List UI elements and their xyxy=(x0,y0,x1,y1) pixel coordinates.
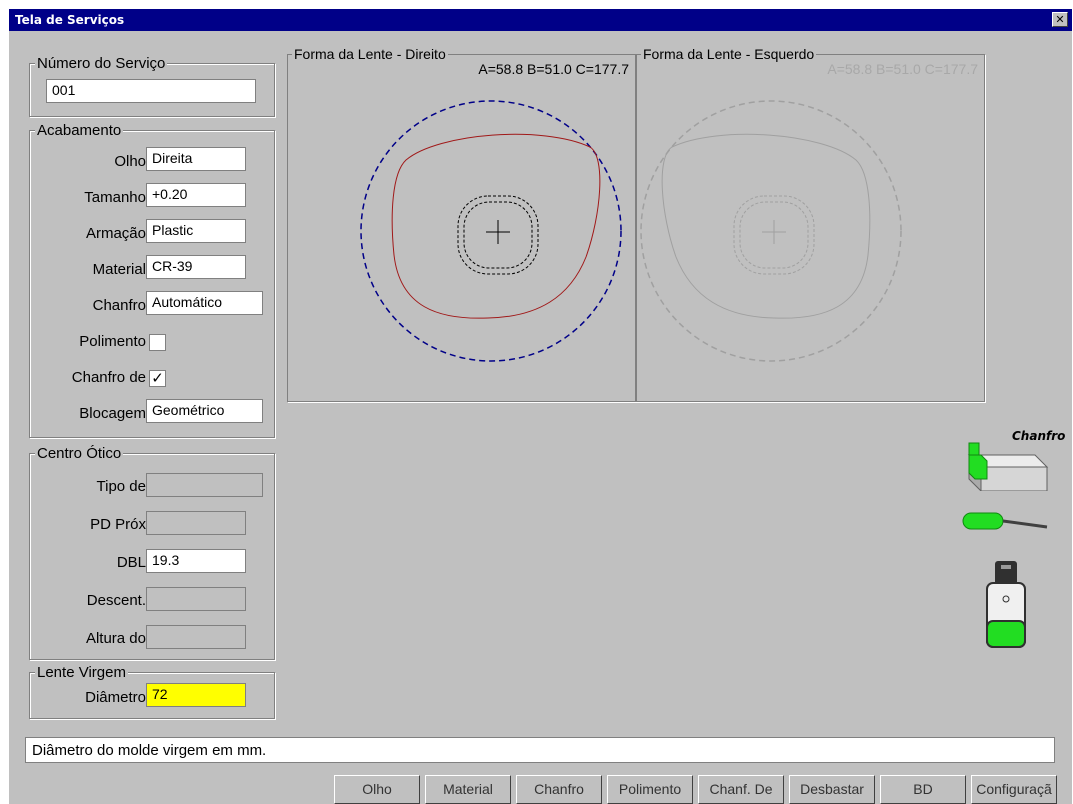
lens-right-drawing xyxy=(360,100,622,362)
acabamento-group: Acabamento Olho Direita Tamanho +0.20 Ar… xyxy=(29,122,275,438)
drill-tool[interactable] xyxy=(961,507,1051,537)
drill-bit-icon xyxy=(962,512,1048,530)
diametro-label: Diâmetro xyxy=(85,689,146,706)
altura-field[interactable] xyxy=(146,625,246,649)
title-bar[interactable]: Tela de Serviços ✕ xyxy=(9,9,1072,31)
checkmark-icon: ✓ xyxy=(151,369,164,387)
blocagem-label: Blocagem xyxy=(79,405,146,422)
armacao-label: Armação xyxy=(85,225,146,242)
toolbar-polimento-button[interactable]: Polimento xyxy=(607,775,693,804)
service-window: Tela de Serviços ✕ Número do Serviço 001… xyxy=(9,9,1072,804)
lens-left-drawing xyxy=(640,100,902,362)
tamanho-label: Tamanho xyxy=(84,189,146,206)
chanfro-tool[interactable]: Chanfro xyxy=(965,419,1066,493)
acabamento-legend: Acabamento xyxy=(35,122,124,139)
chanfro-field[interactable]: Automático xyxy=(146,291,263,315)
blank-circle-left xyxy=(640,100,902,362)
close-icon: ✕ xyxy=(1055,13,1065,26)
service-number-legend: Número do Serviço xyxy=(35,55,168,72)
water-tank-icon xyxy=(986,561,1026,648)
pd-label: PD Próx xyxy=(90,516,146,533)
lente-virgem-group: Lente Virgem Diâmetro 72 xyxy=(29,664,275,719)
material-field[interactable]: CR-39 xyxy=(146,255,246,279)
tipo-field[interactable] xyxy=(146,473,263,497)
chanfro-tool-label: Chanfro xyxy=(1012,429,1066,443)
dbl-label: DBL xyxy=(116,554,146,571)
toolbar-olho-button[interactable]: Olho xyxy=(334,775,420,804)
diametro-field[interactable]: 72 xyxy=(146,683,246,707)
olho-label: Olho xyxy=(114,153,146,170)
tamanho-field[interactable]: +0.20 xyxy=(146,183,246,207)
lens-right-panel: Forma da Lente - Direito A=58.8 B=51.0 C… xyxy=(287,46,636,402)
lente-virgem-legend: Lente Virgem xyxy=(35,664,128,681)
toolbar-material-button[interactable]: Material xyxy=(425,775,511,804)
lens-left-panel: Forma da Lente - Esquerdo A=58.8 B=51.0 … xyxy=(636,46,985,402)
close-button[interactable]: ✕ xyxy=(1052,12,1068,27)
polimento-checkbox[interactable] xyxy=(149,334,166,351)
toolbar-chanf-de-button[interactable]: Chanf. De xyxy=(698,775,784,804)
toolbar-desbastar-button[interactable]: Desbastar xyxy=(789,775,875,804)
altura-label: Altura do xyxy=(85,630,146,647)
window-title: Tela de Serviços xyxy=(15,13,125,27)
descent-field[interactable] xyxy=(146,587,246,611)
tipo-label: Tipo de xyxy=(96,478,146,495)
polimento-label: Polimento xyxy=(79,333,146,350)
chanfro-de-checkbox[interactable]: ✓ xyxy=(149,370,166,387)
chanfro-de-label: Chanfro de xyxy=(71,369,146,386)
dbl-field[interactable]: 19.3 xyxy=(146,549,246,573)
blank-circle-right xyxy=(360,100,622,362)
service-number-group: Número do Serviço 001 xyxy=(29,55,275,117)
blocagem-field[interactable]: Geométrico xyxy=(146,399,263,423)
status-message: Diâmetro do molde virgem em mm. xyxy=(25,737,1055,763)
toolbar-configuracao-button[interactable]: Configuraçã xyxy=(971,775,1057,804)
descent-label: Descent. xyxy=(86,592,146,609)
pd-field[interactable] xyxy=(146,511,246,535)
material-label: Material xyxy=(92,261,146,278)
lens-trace-right xyxy=(391,133,601,319)
toolbar-bd-button[interactable]: BD xyxy=(880,775,966,804)
chanfro-label: Chanfro xyxy=(92,297,146,314)
water-tank-tool[interactable] xyxy=(981,559,1031,653)
service-number-field[interactable]: 001 xyxy=(46,79,256,103)
toolbar-chanfro-button[interactable]: Chanfro xyxy=(516,775,602,804)
centro-otico-group: Centro Ótico Tipo de PD Próx DBL 19.3 De… xyxy=(29,445,275,660)
olho-field[interactable]: Direita xyxy=(146,147,246,171)
centro-otico-legend: Centro Ótico xyxy=(35,445,124,462)
lens-trace-left xyxy=(661,133,871,319)
armacao-field[interactable]: Plastic xyxy=(146,219,246,243)
